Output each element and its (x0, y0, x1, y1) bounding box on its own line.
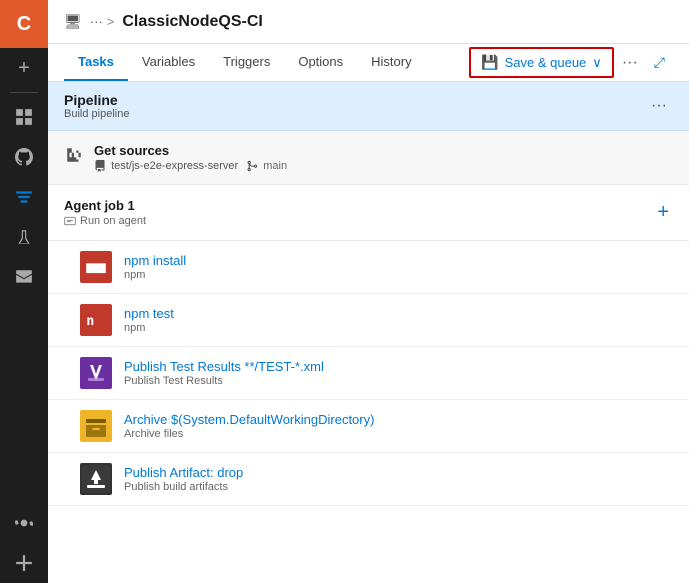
sources-detail: test/js-e2e-express-server main (94, 160, 673, 172)
npm-test-info: npm test npm (124, 306, 673, 334)
pipeline-subtitle: Build pipeline (64, 108, 645, 120)
pipeline-title: Pipeline (64, 92, 645, 108)
sidebar-icon-boards[interactable] (0, 97, 48, 137)
npm-test-icon: n (80, 304, 112, 336)
pipeline-section: Pipeline Build pipeline ··· (48, 82, 689, 131)
sidebar-divider (10, 92, 38, 93)
pipeline-icon: 🖥 (64, 13, 82, 30)
sidebar-icon-test[interactable] (0, 217, 48, 257)
topbar: 🖥 ··· > ClassicNodeQS-CI (48, 0, 689, 44)
task-archive[interactable]: Archive $(System.DefaultWorkingDirectory… (48, 400, 689, 453)
task-npm-test[interactable]: n npm test npm (48, 294, 689, 347)
sidebar-icon-repos[interactable] (0, 137, 48, 177)
save-queue-label: Save & queue (505, 55, 587, 70)
breadcrumb: ··· > (90, 14, 115, 29)
floppy-icon: 💾 (481, 54, 498, 71)
npm-test-sub: npm (124, 322, 673, 334)
sources-title: Get sources (94, 143, 673, 158)
agent-job-row: Agent job 1 Run on agent + (48, 185, 689, 241)
tab-triggers[interactable]: Triggers (209, 44, 284, 81)
archive-title: Archive $(System.DefaultWorkingDirectory… (124, 412, 673, 427)
npm-test-title: npm test (124, 306, 673, 321)
sidebar-icon-settings[interactable] (0, 503, 48, 543)
publish-artifact-icon (80, 463, 112, 495)
publish-test-results-icon (80, 357, 112, 389)
sidebar-add-icon[interactable]: + (0, 48, 48, 88)
task-publish-artifact[interactable]: Publish Artifact: drop Publish build art… (48, 453, 689, 506)
tab-options[interactable]: Options (284, 44, 357, 81)
npm-install-sub: npm (124, 269, 673, 281)
sources-branch: main (246, 160, 287, 172)
publish-artifact-info: Publish Artifact: drop Publish build art… (124, 465, 673, 493)
breadcrumb-more[interactable]: ··· (90, 14, 103, 29)
add-task-button[interactable]: + (653, 197, 673, 228)
tab-variables[interactable]: Variables (128, 44, 209, 81)
archive-icon (80, 410, 112, 442)
task-publish-test-results[interactable]: Publish Test Results **/TEST-*.xml Publi… (48, 347, 689, 400)
content-area: Pipeline Build pipeline ··· Get sources … (48, 82, 689, 583)
agent-job-subtitle: Run on agent (64, 215, 653, 227)
svg-text:n: n (86, 261, 94, 276)
page-title: ClassicNodeQS-CI (122, 13, 262, 31)
sidebar-icon-plus-bottom[interactable] (0, 543, 48, 583)
agent-job-title[interactable]: Agent job 1 (64, 198, 653, 213)
npm-install-info: npm install npm (124, 253, 673, 281)
tab-history[interactable]: History (357, 44, 425, 81)
npm-install-title: npm install (124, 253, 673, 268)
breadcrumb-separator: > (107, 14, 115, 29)
sources-icon (64, 146, 84, 169)
publish-test-results-info: Publish Test Results **/TEST-*.xml Publi… (124, 359, 673, 387)
sidebar-icon-pipelines[interactable] (0, 177, 48, 217)
publish-test-results-title: Publish Test Results **/TEST-*.xml (124, 359, 673, 374)
agent-job-sub-label: Run on agent (80, 215, 146, 227)
sources-branch-name: main (263, 160, 287, 172)
get-sources-row[interactable]: Get sources test/js-e2e-express-server m… (48, 131, 689, 185)
tab-tasks[interactable]: Tasks (64, 44, 128, 81)
task-npm-install[interactable]: n npm install npm (48, 241, 689, 294)
agent-job-info: Agent job 1 Run on agent (64, 198, 653, 227)
pipeline-info: Pipeline Build pipeline (64, 92, 645, 120)
archive-sub: Archive files (124, 428, 673, 440)
sidebar-icon-artifacts[interactable] (0, 257, 48, 297)
svg-text:n: n (86, 314, 94, 329)
archive-info: Archive $(System.DefaultWorkingDirectory… (124, 412, 673, 440)
nav-tabs: Tasks Variables Triggers Options History… (48, 44, 689, 82)
sidebar: C + (0, 0, 48, 583)
pipeline-more-button[interactable]: ··· (645, 95, 673, 117)
sources-repo-name: test/js-e2e-express-server (111, 160, 238, 172)
sidebar-logo[interactable]: C (0, 0, 48, 48)
nav-more-button[interactable]: ··· (614, 48, 646, 78)
sources-repo: test/js-e2e-express-server (94, 160, 238, 172)
publish-test-results-sub: Publish Test Results (124, 375, 673, 387)
publish-artifact-title: Publish Artifact: drop (124, 465, 673, 480)
publish-artifact-sub: Publish build artifacts (124, 481, 673, 493)
sources-info: Get sources test/js-e2e-express-server m… (94, 143, 673, 172)
save-queue-dropdown-icon[interactable]: ∨ (592, 55, 602, 71)
save-queue-button[interactable]: 💾 Save & queue ∨ (469, 47, 614, 78)
nav-external-link[interactable]: ⤢ (646, 48, 673, 77)
main-content: 🖥 ··· > ClassicNodeQS-CI Tasks Variables… (48, 0, 689, 583)
npm-install-icon: n (80, 251, 112, 283)
